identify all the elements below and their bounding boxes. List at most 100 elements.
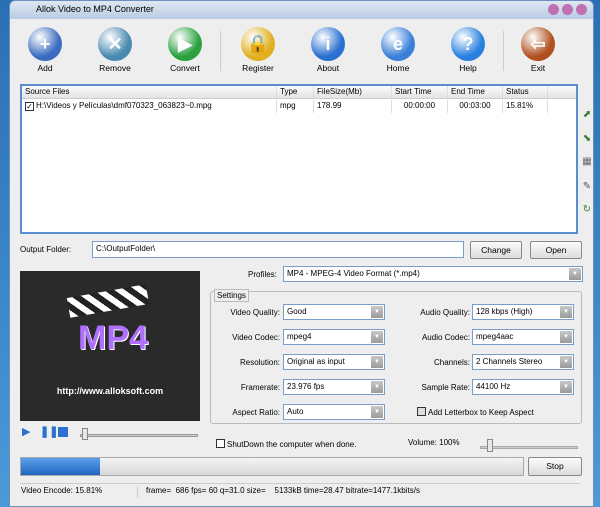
- audio-quality-label: Audio Quality:: [420, 308, 470, 317]
- sample-rate-value: 44100 Hz: [476, 382, 511, 391]
- maximize-button[interactable]: [562, 4, 573, 15]
- row-checkbox[interactable]: ✓: [25, 102, 34, 111]
- output-folder-label: Output Folder:: [20, 245, 72, 254]
- col-start-time[interactable]: Start Time: [392, 86, 448, 98]
- chevron-down-icon[interactable]: ▼: [371, 306, 383, 318]
- toolbar-register-button[interactable]: 🔒 Register: [228, 23, 288, 73]
- file-path: H:\Videos y Películas\dmf070323_063823~0…: [36, 101, 212, 110]
- chevron-down-icon[interactable]: ▼: [569, 268, 581, 280]
- progress-bar: [20, 457, 524, 476]
- play-button[interactable]: ▶: [22, 425, 30, 438]
- toolbar-help-button[interactable]: ? Help: [438, 23, 498, 73]
- audio-codec-dropdown[interactable]: mpeg4aac ▼: [472, 329, 574, 345]
- table-row[interactable]: ✓ H:\Videos y Películas\dmf070323_063823~…: [22, 99, 576, 113]
- stop-playback-button[interactable]: [58, 427, 68, 437]
- audio-quality-dropdown[interactable]: 128 kbps (High) ▼: [472, 304, 574, 320]
- resolution-value: Original as input: [287, 357, 345, 366]
- output-folder-input[interactable]: C:\OutputFolder\: [92, 241, 464, 258]
- status-bar: Video Encode: 15.81% frame= 686 fps= 60 …: [20, 483, 580, 498]
- shutdown-option[interactable]: ShutDown the computer when done.: [216, 439, 356, 449]
- resolution-dropdown[interactable]: Original as input ▼: [283, 354, 385, 370]
- info-icon: i: [311, 27, 345, 61]
- stop-button[interactable]: Stop: [528, 457, 582, 476]
- toolbar-remove-button[interactable]: ✕ Remove: [85, 23, 145, 73]
- aspect-dropdown[interactable]: Auto ▼: [283, 404, 385, 420]
- video-quality-value: Good: [287, 307, 307, 316]
- chevron-down-icon[interactable]: ▼: [560, 381, 572, 393]
- col-filesize[interactable]: FileSize(Mb): [314, 86, 392, 98]
- channels-value: 2 Channels Stereo: [476, 357, 543, 366]
- col-end-time[interactable]: End Time: [448, 86, 503, 98]
- refresh-icon[interactable]: ↻: [580, 204, 594, 216]
- start-time: 00:00:00: [392, 100, 448, 113]
- globe-icon: e: [381, 27, 415, 61]
- video-quality-dropdown[interactable]: Good ▼: [283, 304, 385, 320]
- sample-rate-label: Sample Rate:: [421, 383, 470, 392]
- profiles-dropdown[interactable]: MP4 - MPEG-4 Video Format (*.mp4) ▼: [283, 266, 583, 282]
- clapperboard-icon: [66, 284, 150, 318]
- change-button[interactable]: Change: [470, 241, 522, 259]
- preview-panel: MP4 http://www.alloksoft.com: [20, 271, 200, 421]
- chevron-down-icon[interactable]: ▼: [371, 331, 383, 343]
- seek-slider[interactable]: [80, 434, 198, 437]
- toolbar-label: Convert: [170, 63, 200, 73]
- open-button[interactable]: Open: [530, 241, 582, 259]
- letterbox-option[interactable]: Add Letterbox to Keep Aspect: [417, 407, 534, 417]
- file-size: 178.99: [314, 100, 392, 113]
- channels-dropdown[interactable]: 2 Channels Stereo ▼: [472, 354, 574, 370]
- toolbar-separator: [503, 31, 504, 71]
- encode-details: frame= 686 fps= 60 q=31.0 size= 5133kB t…: [146, 486, 420, 495]
- video-codec-value: mpeg4: [287, 332, 312, 341]
- minimize-button[interactable]: [548, 4, 559, 15]
- close-button[interactable]: [576, 4, 587, 15]
- chevron-down-icon[interactable]: ▼: [371, 381, 383, 393]
- framerate-dropdown[interactable]: 23.976 fps ▼: [283, 379, 385, 395]
- video-codec-dropdown[interactable]: mpeg4 ▼: [283, 329, 385, 345]
- source-files-list[interactable]: Source Files Type FileSize(Mb) Start Tim…: [20, 84, 578, 234]
- chevron-down-icon[interactable]: ▼: [560, 306, 572, 318]
- aspect-value: Auto: [287, 407, 304, 416]
- toolbar-exit-button[interactable]: ⇦ Exit: [508, 23, 568, 73]
- help-icon: ?: [451, 27, 485, 61]
- resolution-label: Resolution:: [239, 358, 280, 367]
- profiles-label: Profiles:: [248, 270, 277, 279]
- toolbar-convert-button[interactable]: ▶ Convert: [155, 23, 215, 73]
- volume-thumb[interactable]: [487, 439, 493, 452]
- framerate-value: 23.976 fps: [287, 382, 325, 391]
- toolbar-home-button[interactable]: e Home: [368, 23, 428, 73]
- toolbar-label: Home: [386, 63, 410, 73]
- pause-button[interactable]: ❚❚: [40, 425, 58, 438]
- file-type: mpg: [277, 100, 314, 113]
- toolbar-add-button[interactable]: + Add: [15, 23, 75, 73]
- encode-status: Video Encode: 15.81%: [20, 486, 138, 498]
- seek-thumb[interactable]: [82, 428, 88, 440]
- volume-label: Volume: 100%: [408, 438, 460, 447]
- shutdown-label: ShutDown the computer when done.: [227, 440, 357, 449]
- grid-icon[interactable]: ▦: [580, 156, 594, 168]
- toolbar-about-button[interactable]: i About: [298, 23, 358, 73]
- sample-rate-dropdown[interactable]: 44100 Hz ▼: [472, 379, 574, 395]
- col-status[interactable]: Status: [503, 86, 548, 98]
- channels-label: Channels:: [433, 358, 470, 367]
- toolbar-label: Help: [459, 63, 477, 73]
- title-bar: Allok Video to MP4 Converter: [10, 1, 593, 19]
- app-window: Allok Video to MP4 Converter + Add ✕ Remove…: [9, 0, 594, 507]
- lock-icon: 🔒: [241, 27, 275, 61]
- profiles-value: MP4 - MPEG-4 Video Format (*.mp4): [287, 269, 420, 278]
- shutdown-checkbox[interactable]: [216, 439, 225, 448]
- move-down-icon[interactable]: ⬊: [580, 133, 594, 145]
- folder-add-icon: +: [28, 27, 62, 61]
- chevron-down-icon[interactable]: ▼: [371, 356, 383, 368]
- col-type[interactable]: Type: [277, 86, 314, 98]
- audio-quality-value: 128 kbps (High): [476, 307, 533, 316]
- volume-slider[interactable]: [480, 446, 578, 449]
- toolbar-label: Register: [242, 63, 274, 73]
- chevron-down-icon[interactable]: ▼: [371, 406, 383, 418]
- chevron-down-icon[interactable]: ▼: [560, 356, 572, 368]
- aspect-label: Aspect Ratio:: [232, 408, 280, 417]
- col-source-files[interactable]: Source Files: [22, 86, 277, 98]
- chevron-down-icon[interactable]: ▼: [560, 331, 572, 343]
- letterbox-checkbox[interactable]: [417, 407, 426, 416]
- edit-icon[interactable]: ✎: [580, 181, 594, 193]
- move-up-icon[interactable]: ⬈: [580, 109, 594, 121]
